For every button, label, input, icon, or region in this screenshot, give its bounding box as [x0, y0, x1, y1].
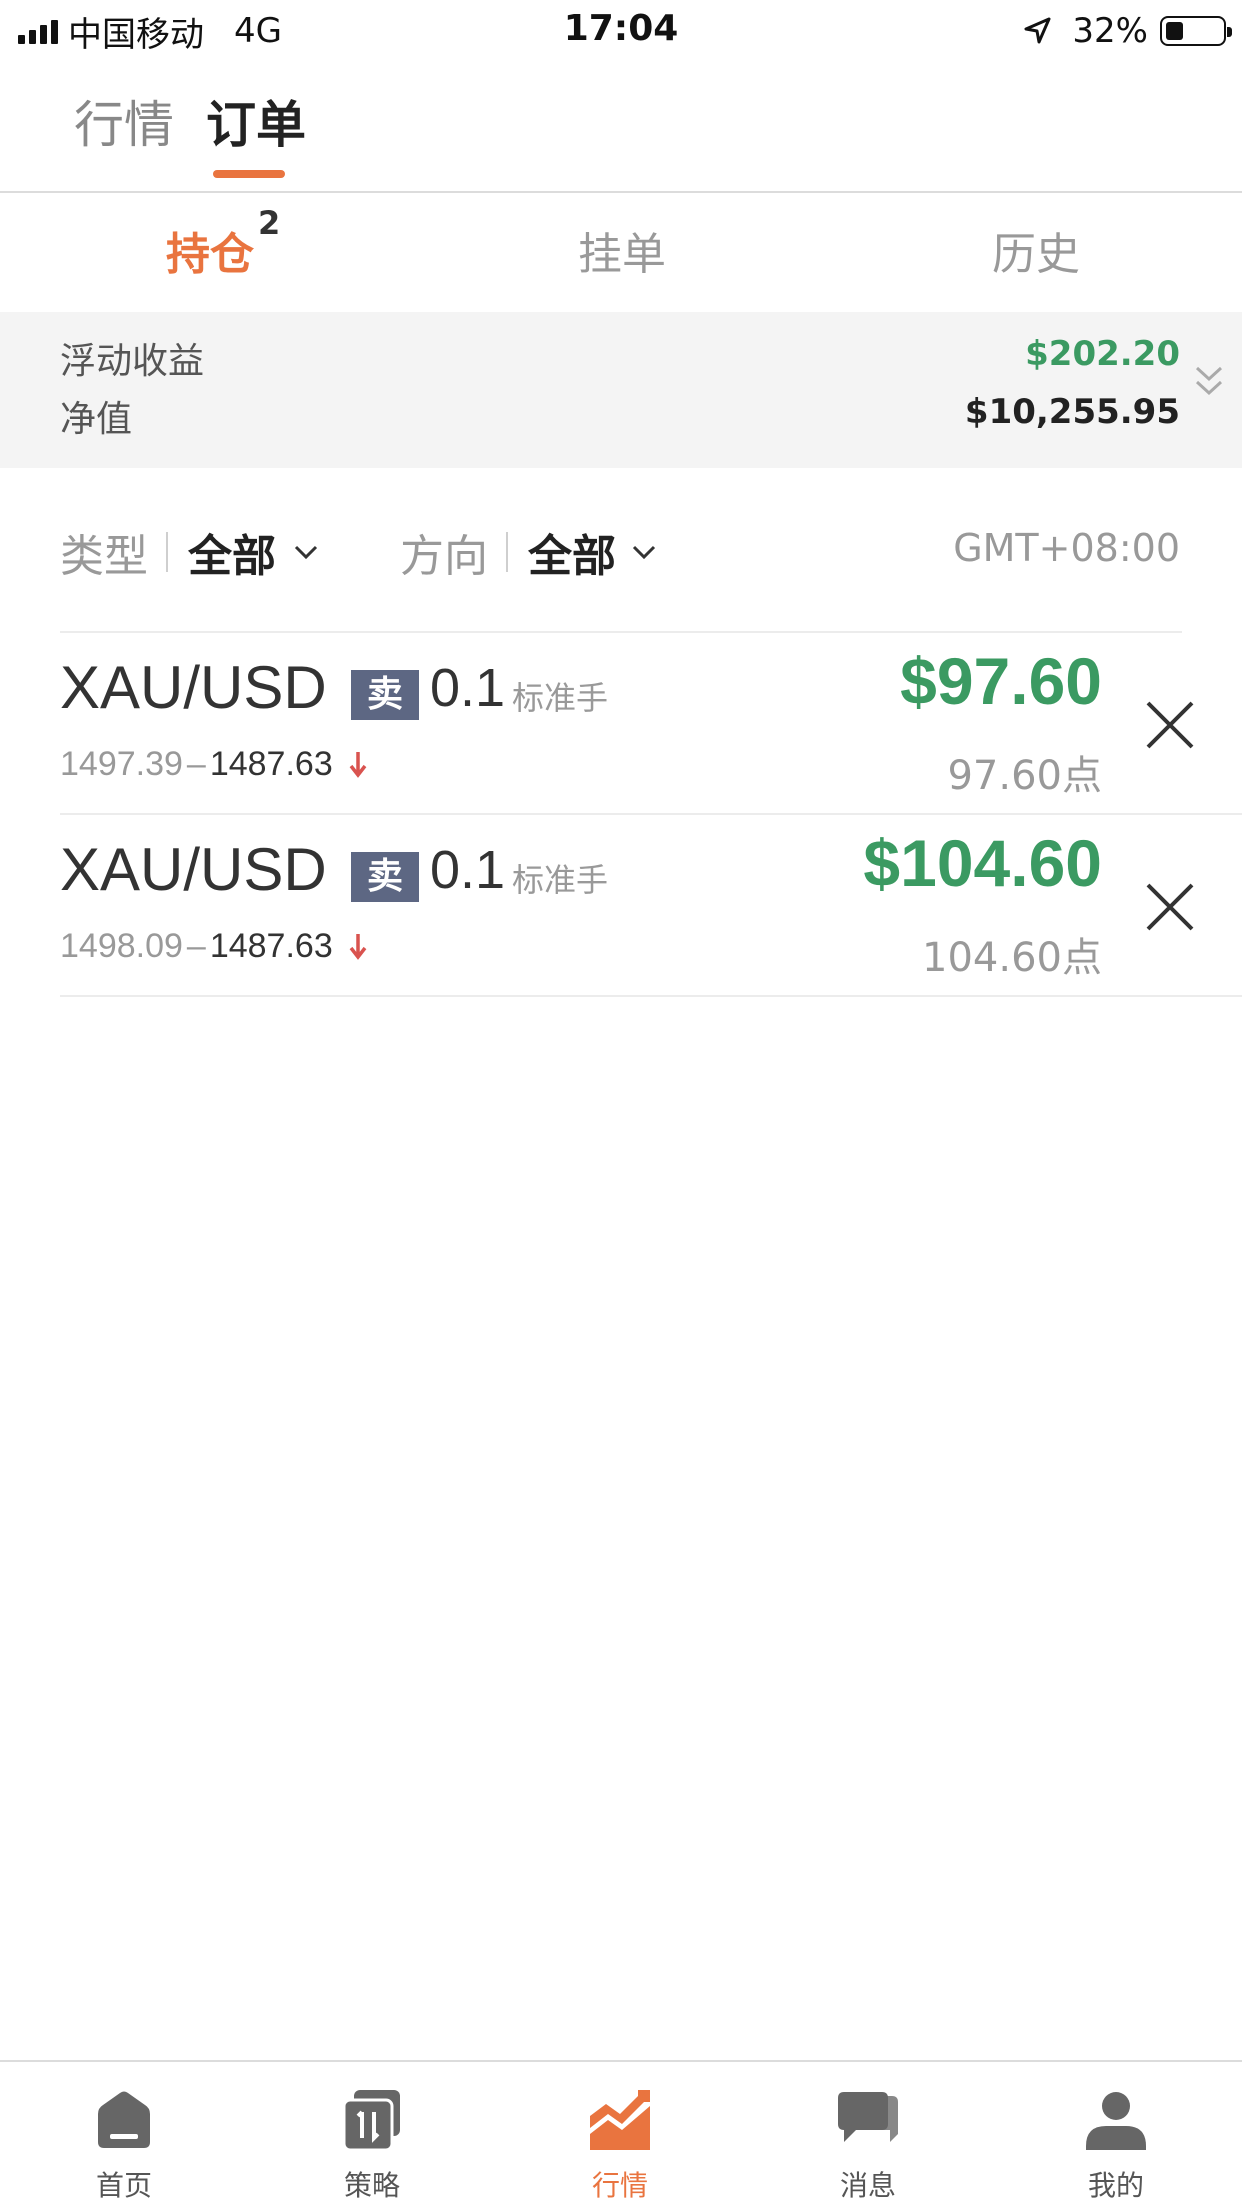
nav-profile[interactable]: 我的: [992, 2062, 1240, 2208]
nav-label: 我的: [1087, 2169, 1144, 2202]
lot-unit: 标准手: [512, 679, 609, 717]
top-tabs: 行情 订单: [74, 85, 306, 157]
close-position-icon[interactable]: [1144, 881, 1196, 933]
expand-chevron-icon[interactable]: [1192, 362, 1226, 402]
direction-filter-label: 方向: [400, 531, 488, 582]
messages-icon: [838, 2092, 898, 2142]
price-dash: –: [186, 745, 206, 783]
active-tab-indicator: [213, 170, 285, 178]
tab-orders[interactable]: 订单: [206, 85, 306, 157]
nav-market[interactable]: 行情: [496, 2062, 744, 2208]
subtab-positions-label: 持仓: [166, 229, 254, 280]
close-position-icon[interactable]: [1144, 699, 1196, 751]
position-profit: $104.60: [863, 826, 1102, 900]
market-chart-icon: [590, 2090, 650, 2150]
position-symbol: XAU/USD: [60, 654, 327, 721]
tab-market[interactable]: 行情: [74, 85, 174, 157]
orders-screen: 中国移动 4G 17:04 32% 行情 订单 持仓2 挂单 历史 浮动收益: [0, 0, 1242, 2208]
open-price: 1497.39: [60, 745, 183, 783]
floating-pl-label: 浮动收益: [60, 341, 205, 382]
bottom-navigation: 首页 策略 行情 消息 我的: [0, 2060, 1242, 2208]
nav-label: 消息: [839, 2169, 896, 2202]
floating-pl-value: $202.20: [1025, 334, 1180, 374]
open-price: 1498.09: [60, 927, 183, 965]
direction-filter-dropdown[interactable]: 全部: [528, 520, 616, 584]
status-bar: 中国移动 4G 17:04 32%: [0, 0, 1242, 62]
subtab-history[interactable]: 历史: [992, 218, 1080, 282]
timezone-label: GMT+08:00: [953, 526, 1180, 570]
sell-badge: 卖: [351, 852, 419, 902]
battery-percentage: 32%: [1072, 11, 1148, 51]
home-icon: [98, 2091, 150, 2148]
position-points: 97.60点: [947, 753, 1102, 799]
position-row[interactable]: XAU/USD 卖 0.1 标准手 1498.09–1487.63 $104.6…: [0, 815, 1242, 997]
position-points: 104.60点: [922, 935, 1102, 981]
nav-strategy[interactable]: 策略: [248, 2062, 496, 2208]
position-symbol: XAU/USD: [60, 836, 327, 903]
current-price: 1487.63: [209, 927, 333, 965]
profile-icon: [1086, 2092, 1146, 2150]
sell-badge: 卖: [351, 670, 419, 720]
current-price: 1487.63: [209, 745, 333, 783]
down-arrow-icon: [349, 934, 367, 960]
position-volume: 0.1: [430, 840, 506, 900]
equity-label: 净值: [60, 399, 133, 440]
strategy-icon: [342, 2090, 400, 2152]
position-row[interactable]: XAU/USD 卖 0.1 标准手 1497.39–1487.63 $97.60…: [0, 633, 1242, 815]
subtab-positions[interactable]: 持仓 2: [166, 204, 280, 282]
filters-bar: 类型 全部 方向 全部 GMT+08:00: [0, 520, 1242, 582]
account-summary: 浮动收益 $202.20 净值 $10,255.95: [0, 312, 1242, 468]
lot-unit: 标准手: [512, 861, 609, 899]
battery-icon: [1160, 16, 1232, 46]
equity-value: $10,255.95: [964, 392, 1180, 432]
filter-separator: [506, 532, 508, 572]
chevron-down-icon[interactable]: [292, 542, 320, 562]
header-divider: [0, 191, 1242, 193]
nav-label: 策略: [343, 2169, 400, 2202]
price-range: 1498.09–1487.63: [60, 927, 368, 966]
position-volume: 0.1: [430, 658, 506, 718]
type-filter-label: 类型: [60, 531, 148, 582]
row-divider: [60, 995, 1242, 997]
price-dash: –: [186, 927, 206, 965]
order-subtabs: 持仓 2 挂单 历史: [0, 204, 1242, 288]
type-filter-dropdown[interactable]: 全部: [188, 520, 276, 584]
nav-label: 首页: [95, 2169, 152, 2202]
price-range: 1497.39–1487.63: [60, 745, 368, 784]
location-arrow-icon: [1024, 17, 1051, 44]
nav-label: 行情: [591, 2169, 648, 2202]
position-profit: $97.60: [900, 644, 1102, 718]
chevron-down-icon[interactable]: [630, 542, 658, 562]
nav-messages[interactable]: 消息: [744, 2062, 992, 2208]
filter-separator: [166, 532, 168, 572]
subtab-pending[interactable]: 挂单: [578, 218, 666, 282]
nav-home[interactable]: 首页: [0, 2062, 248, 2208]
down-arrow-icon: [349, 752, 367, 778]
positions-count-badge: 2: [258, 204, 281, 242]
